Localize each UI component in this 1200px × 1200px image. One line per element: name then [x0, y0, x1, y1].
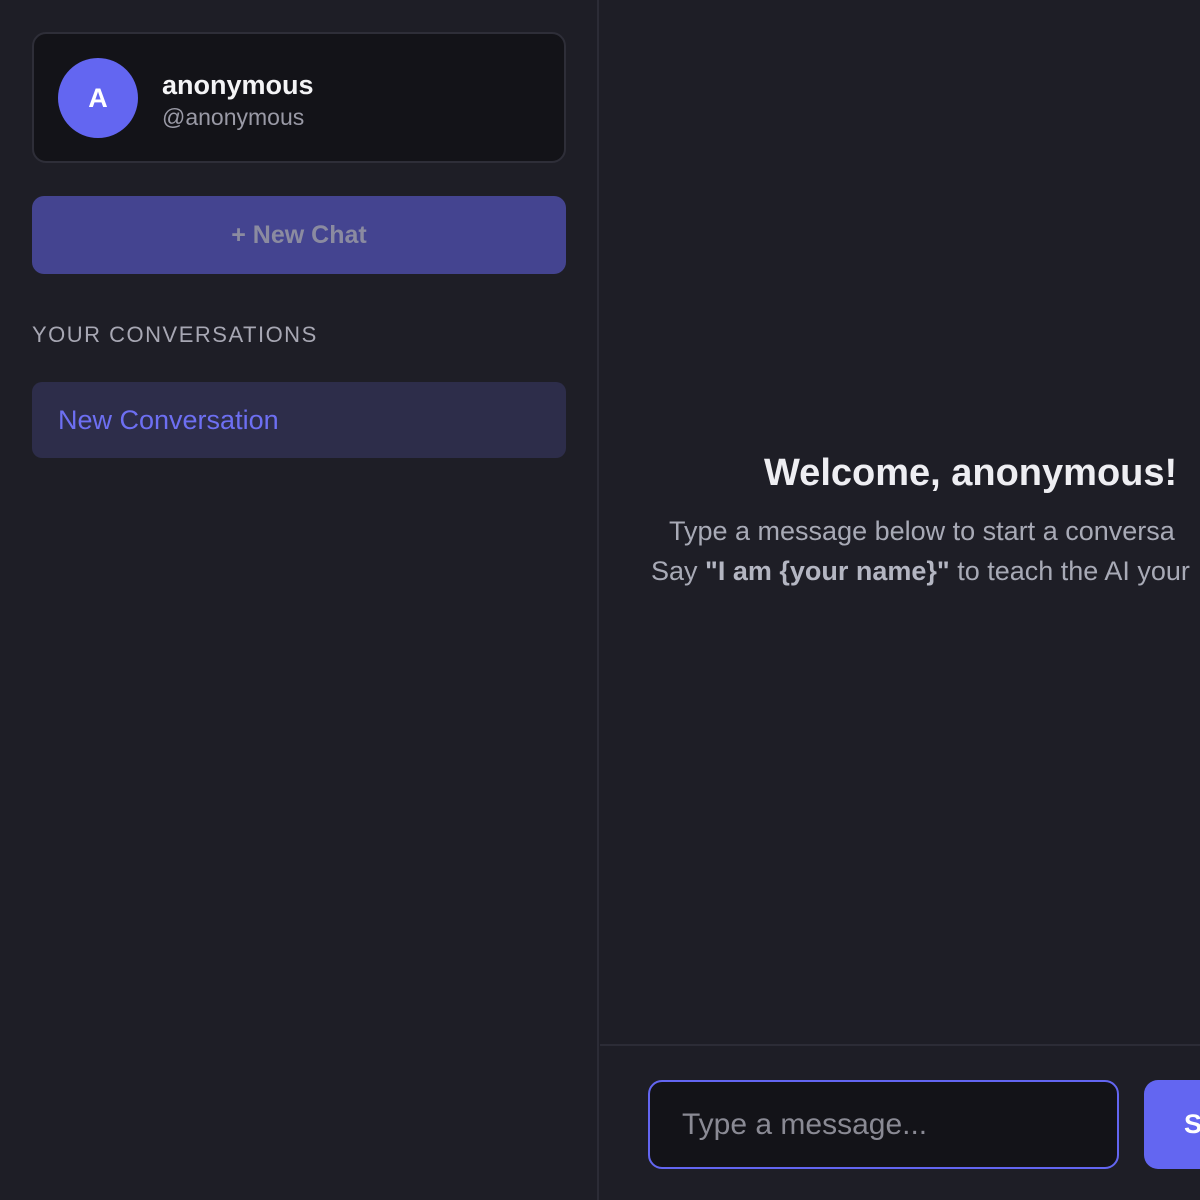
sidebar: A anonymous @anonymous + New Chat YOUR C…	[0, 0, 599, 1200]
welcome-hint: Say "I am {your name}" to teach the AI y…	[651, 556, 1190, 587]
welcome-hint-command: "I am {your name}"	[705, 556, 950, 586]
welcome-instruction: Type a message below to start a conversa	[669, 516, 1175, 546]
chat-main: Welcome, anonymous! Type a message below…	[600, 0, 1200, 1200]
message-composer: S	[600, 1044, 1200, 1200]
conversation-item-label: New Conversation	[58, 404, 279, 435]
welcome-hint-prefix: Say	[651, 556, 706, 586]
welcome-title: Welcome, anonymous!	[764, 452, 1178, 494]
new-chat-button[interactable]: + New Chat	[32, 196, 566, 274]
chat-app: A anonymous @anonymous + New Chat YOUR C…	[0, 0, 1200, 1200]
conversation-item-active[interactable]: New Conversation	[32, 382, 566, 458]
conversations-section-label: YOUR CONVERSATIONS	[32, 322, 318, 347]
profile-handle: @anonymous	[162, 104, 305, 130]
profile-card: A anonymous @anonymous	[32, 32, 566, 163]
profile-name: anonymous	[162, 70, 314, 100]
send-button[interactable]: S	[1144, 1080, 1200, 1169]
avatar: A	[58, 58, 138, 138]
welcome-hint-suffix: to teach the AI your	[949, 556, 1190, 586]
message-input[interactable]	[648, 1080, 1119, 1169]
